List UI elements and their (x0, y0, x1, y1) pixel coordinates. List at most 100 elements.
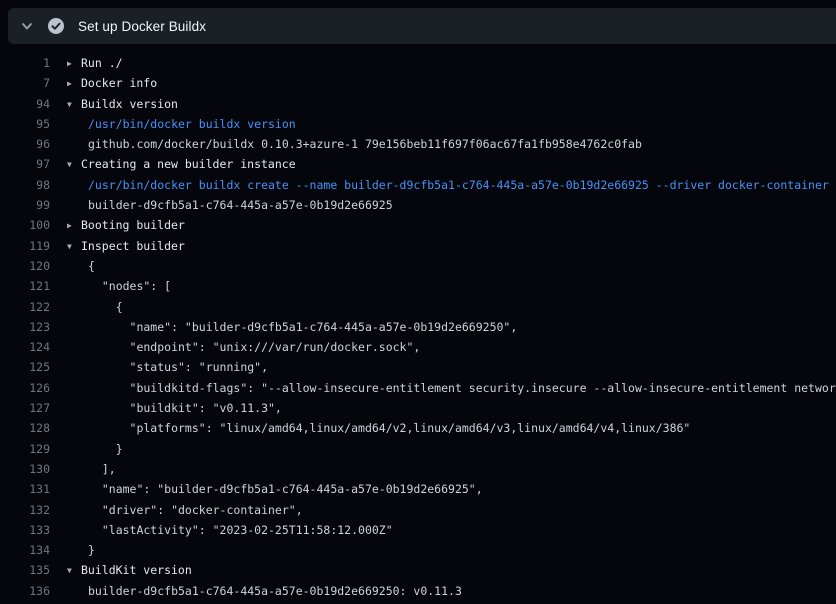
log-text-body: github.com/docker/buildx 0.10.3+azure-1 … (67, 134, 836, 154)
log-text-body: "endpoint": "unix:///var/run/docker.sock… (67, 337, 836, 357)
log-line: 130 ], (0, 459, 836, 479)
log-text: /usr/bin/docker buildx version (88, 117, 296, 131)
log-line: 134} (0, 540, 836, 560)
log-text-body: "status": "running", (67, 357, 836, 377)
log-text: "name": "builder-d9cfb5a1-c764-445a-a57e… (88, 320, 517, 334)
chevron-down-icon[interactable] (20, 19, 34, 33)
line-number[interactable]: 130 (0, 459, 50, 479)
log-area: 1▶Run ./7▶Docker info94▼Buildx version95… (0, 44, 836, 604)
log-line[interactable]: 7 ▶Docker info (0, 73, 836, 93)
expand-arrow-icon[interactable]: ▶ (67, 54, 81, 73)
log-text: "buildkitd-flags": "--allow-insecure-ent… (88, 381, 836, 395)
line-number[interactable]: 123 (0, 317, 50, 337)
log-text-body: "platforms": "linux/amd64,linux/amd64/v2… (67, 418, 836, 438)
expand-arrow-icon[interactable]: ▶ (67, 216, 81, 235)
log-text: "buildkit": "v0.11.3", (88, 401, 282, 415)
log-text-body: { (67, 297, 836, 317)
line-number[interactable]: 126 (0, 378, 50, 398)
expand-arrow-icon[interactable]: ▶ (67, 74, 81, 93)
log-text: { (88, 259, 95, 273)
log-line: 132 "driver": "docker-container", (0, 500, 836, 520)
log-line[interactable]: 94 ▼Buildx version (0, 94, 836, 114)
log-line: 129 } (0, 439, 836, 459)
line-number[interactable]: 131 (0, 479, 50, 499)
line-number[interactable]: 128 (0, 418, 50, 438)
line-number[interactable]: 100 (0, 215, 50, 235)
line-number[interactable]: 99 (0, 195, 50, 215)
line-number[interactable]: 1 (0, 53, 50, 73)
log-line: 124 "endpoint": "unix:///var/run/docker.… (0, 337, 836, 357)
log-text: Booting builder (81, 218, 185, 232)
line-number[interactable]: 98 (0, 175, 50, 195)
log-text: Run ./ (81, 56, 123, 70)
log-text-body: "name": "builder-d9cfb5a1-c764-445a-a57e… (67, 479, 836, 499)
log-text: } (88, 543, 95, 557)
log-line: 127 "buildkit": "v0.11.3", (0, 398, 836, 418)
log-line: 99 builder-d9cfb5a1-c764-445a-a57e-0b19d2… (0, 195, 836, 215)
line-number[interactable]: 134 (0, 540, 50, 560)
collapse-arrow-icon[interactable]: ▼ (67, 155, 81, 174)
line-number[interactable]: 132 (0, 500, 50, 520)
log-group-header[interactable]: ▼Creating a new builder instance (67, 154, 836, 174)
log-text: } (88, 442, 123, 456)
line-number[interactable]: 121 (0, 276, 50, 296)
log-line[interactable]: 1 ▶Run ./ (0, 53, 836, 73)
collapse-arrow-icon[interactable]: ▼ (67, 561, 81, 580)
log-text-body: "buildkit": "v0.11.3", (67, 398, 836, 418)
log-text: "name": "builder-d9cfb5a1-c764-445a-a57e… (88, 482, 483, 496)
step-header[interactable]: Set up Docker Buildx (8, 8, 836, 44)
collapse-arrow-icon[interactable]: ▼ (67, 95, 81, 114)
line-number[interactable]: 129 (0, 439, 50, 459)
line-number[interactable]: 95 (0, 114, 50, 134)
log-line[interactable]: 97 ▼Creating a new builder instance (0, 154, 836, 174)
log-line: 121 "nodes": [ (0, 276, 836, 296)
collapse-arrow-icon[interactable]: ▼ (67, 237, 81, 256)
log-line: 123 "name": "builder-d9cfb5a1-c764-445a-… (0, 317, 836, 337)
log-group-header[interactable]: ▶Booting builder (67, 215, 836, 235)
log-line: 128 "platforms": "linux/amd64,linux/amd6… (0, 418, 836, 438)
line-number[interactable]: 124 (0, 337, 50, 357)
line-number[interactable]: 135 (0, 560, 50, 580)
line-number[interactable]: 127 (0, 398, 50, 418)
log-text: "platforms": "linux/amd64,linux/amd64/v2… (88, 421, 690, 435)
log-group-header[interactable]: ▶Docker info (67, 73, 836, 93)
log-line[interactable]: 119 ▼Inspect builder (0, 236, 836, 256)
log-text: ], (88, 462, 116, 476)
log-line: 120 { (0, 256, 836, 276)
log-text: "nodes": [ (88, 279, 171, 293)
log-group-header[interactable]: ▼Buildx version (67, 94, 836, 114)
line-number[interactable]: 119 (0, 236, 50, 256)
log-group-header[interactable]: ▼BuildKit version (67, 560, 836, 580)
line-number[interactable]: 120 (0, 256, 50, 276)
check-circle-icon (48, 18, 64, 34)
log-group-header[interactable]: ▼Inspect builder (67, 236, 836, 256)
log-text-body: "nodes": [ (67, 276, 836, 296)
log-text: "lastActivity": "2023-02-25T11:58:12.000… (88, 523, 393, 537)
line-number[interactable]: 94 (0, 94, 50, 114)
log-text: "driver": "docker-container", (88, 503, 303, 517)
line-number[interactable]: 133 (0, 520, 50, 540)
log-text-body: "driver": "docker-container", (67, 500, 836, 520)
log-text-body: "name": "builder-d9cfb5a1-c764-445a-a57e… (67, 317, 836, 337)
log-text: { (88, 300, 123, 314)
log-line[interactable]: 135 ▼BuildKit version (0, 560, 836, 580)
log-line: 95/usr/bin/docker buildx version (0, 114, 836, 134)
log-line: 131 "name": "builder-d9cfb5a1-c764-445a-… (0, 479, 836, 499)
line-number[interactable]: 97 (0, 154, 50, 174)
log-line: 125 "status": "running", (0, 357, 836, 377)
log-text-body: builder-d9cfb5a1-c764-445a-a57e-0b19d2e6… (67, 195, 836, 215)
log-line: 96 github.com/docker/buildx 0.10.3+azure-… (0, 134, 836, 154)
log-text: /usr/bin/docker buildx create --name bui… (88, 178, 829, 192)
log-group-header[interactable]: ▶Run ./ (67, 53, 836, 73)
log-text-body: ], (67, 459, 836, 479)
log-text: Creating a new builder instance (81, 157, 296, 171)
line-number[interactable]: 96 (0, 134, 50, 154)
line-number[interactable]: 136 (0, 581, 50, 601)
line-number[interactable]: 7 (0, 73, 50, 93)
log-line[interactable]: 100 ▶Booting builder (0, 215, 836, 235)
log-line: 136 builder-d9cfb5a1-c764-445a-a57e-0b19d… (0, 581, 836, 601)
line-number[interactable]: 122 (0, 297, 50, 317)
log-text: builder-d9cfb5a1-c764-445a-a57e-0b19d2e6… (88, 584, 462, 598)
log-text: builder-d9cfb5a1-c764-445a-a57e-0b19d2e6… (88, 198, 393, 212)
line-number[interactable]: 125 (0, 357, 50, 377)
